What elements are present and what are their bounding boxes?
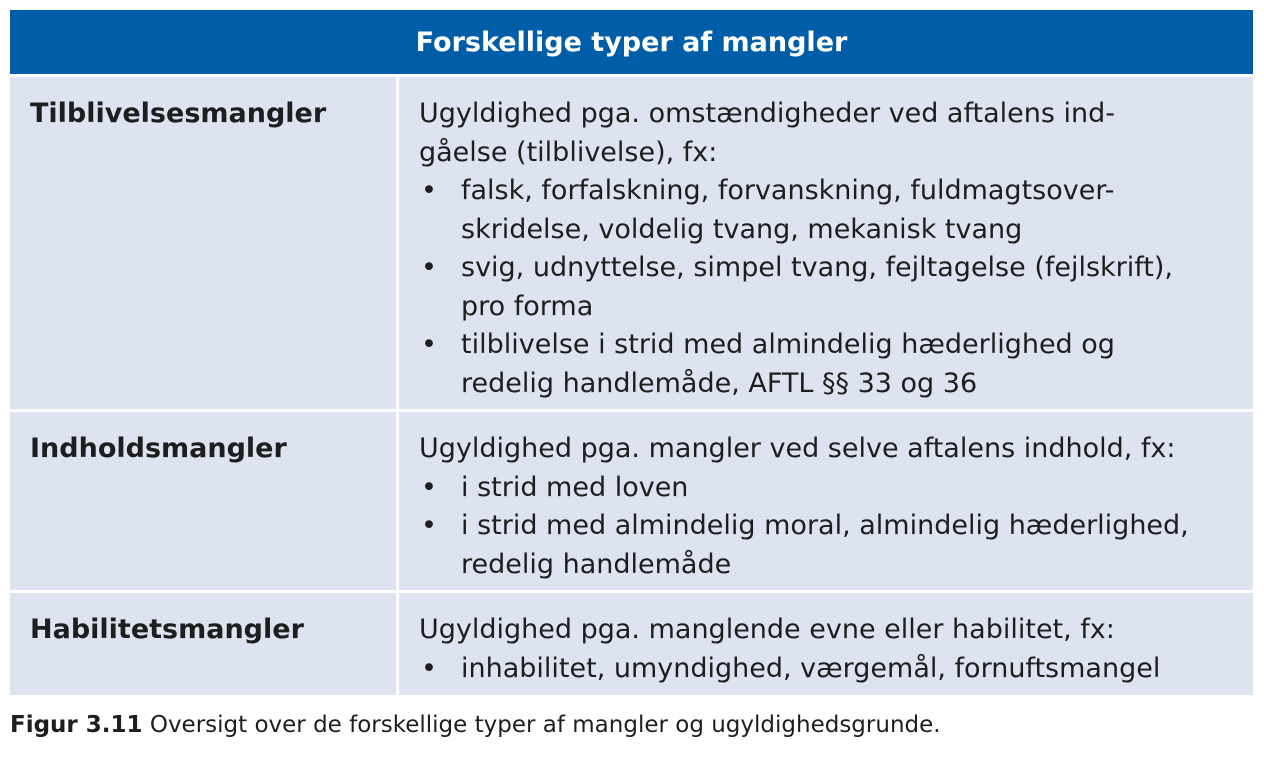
list-item: svig, udnyttelse, simpel tvang, fejltage… [419, 249, 1243, 326]
list-item: i strid med almindelig moral, almindelig… [419, 507, 1243, 584]
row-intro-line: Ugyldighed pga. mangler ved selve aftale… [419, 433, 1176, 464]
row-intro-line: Ugyldighed pga. manglende evne eller hab… [419, 614, 1115, 645]
table-row: Tilblivelsesmangler Ugyldighed pga. omst… [10, 77, 1253, 409]
figure-caption: Figur 3.11 Oversigt over de forskellige … [10, 712, 941, 738]
row-intro-line: Ugyldighed pga. omstændigheder ved aftal… [419, 98, 1116, 129]
list-item-line: svig, udnyttelse, simpel tvang, fejltage… [461, 252, 1174, 283]
table-row: Habilitetsmangler Ugyldighed pga. mangle… [10, 593, 1253, 695]
list-item-line: pro forma [461, 290, 594, 322]
bullet-list: i strid med loven i strid med almindelig… [419, 469, 1243, 585]
bullet-list: inhabilitet, umyndighed, værgemål, fornu… [419, 650, 1243, 689]
row-label: Habilitetsmangler [30, 614, 304, 645]
bullet-list: falsk, forfalskning, forvanskning, fuldm… [419, 172, 1243, 403]
row-label: Tilblivelsesmangler [30, 98, 327, 129]
row-description: Ugyldighed pga. mangler ved selve aftale… [399, 412, 1253, 590]
table-row: Indholdsmangler Ugyldighed pga. mangler … [10, 412, 1253, 590]
list-item: tilblivelse i strid med almindelig hæder… [419, 326, 1243, 403]
list-item-line: redelig handlemåde [461, 548, 732, 580]
list-item-line: tilblivelse i strid med almindelig hæder… [461, 329, 1115, 360]
list-item: i strid med loven [419, 469, 1243, 508]
list-item: falsk, forfalskning, forvanskning, fuldm… [419, 172, 1243, 249]
list-item-line: i strid med loven [461, 471, 689, 503]
list-item-line: i strid med almindelig moral, almindelig… [461, 510, 1189, 541]
table-title: Forskellige typer af mangler [10, 10, 1253, 74]
list-item-line: redelig handlemåde, AFTL §§ 33 og 36 [461, 367, 978, 399]
row-description: Ugyldighed pga. manglende evne eller hab… [399, 593, 1253, 695]
row-label: Indholdsmangler [30, 433, 287, 464]
caption-text: Oversigt over de forskellige typer af ma… [142, 712, 941, 738]
list-item-line: falsk, forfalskning, forvanskning, fuldm… [461, 175, 1115, 206]
list-item-line: inhabilitet, umyndighed, værgemål, fornu… [461, 652, 1161, 684]
defects-table: Forskellige typer af mangler Tilblivelse… [10, 10, 1253, 695]
row-description: Ugyldighed pga. omstændigheder ved aftal… [399, 77, 1253, 409]
list-item: inhabilitet, umyndighed, værgemål, fornu… [419, 650, 1243, 689]
row-intro-line: gåelse (tilblivelse), fx: [419, 136, 718, 168]
figure-label: Figur 3.11 [10, 712, 143, 738]
list-item-line: skridelse, voldelig tvang, mekanisk tvan… [461, 213, 1023, 245]
